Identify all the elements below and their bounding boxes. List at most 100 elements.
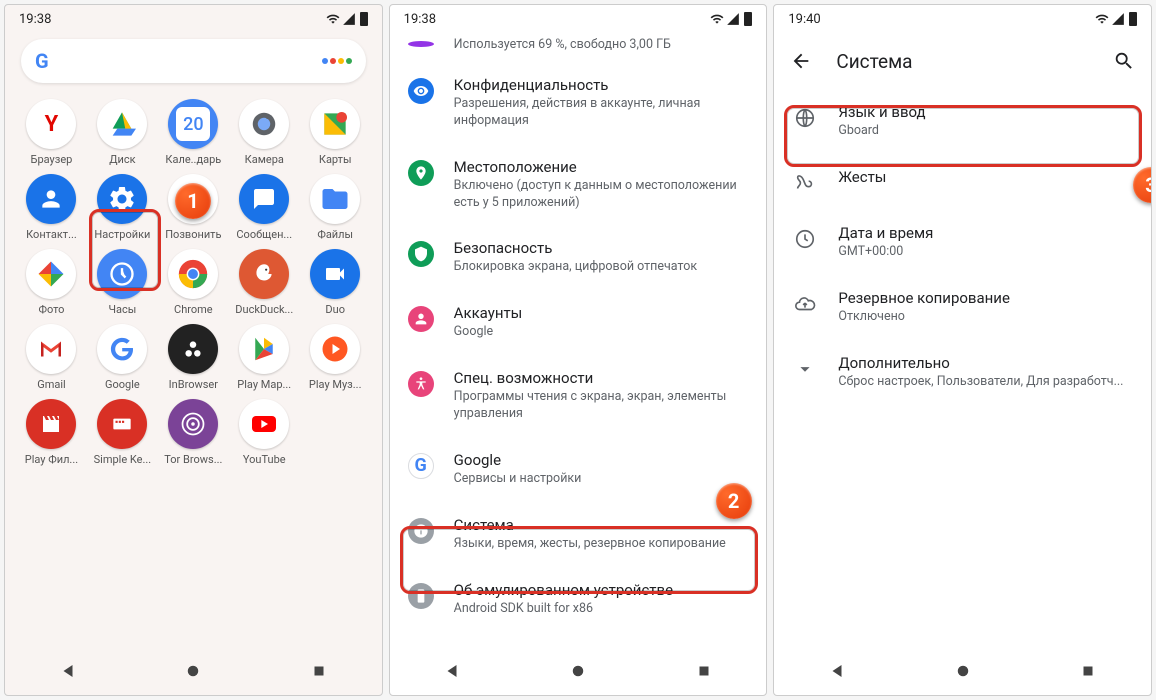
phone-screen-system: 19:40 Система Язык и вводGboardЖестыДата… — [773, 4, 1152, 696]
system-item-title: Резервное копирование — [838, 289, 1133, 307]
wifi-icon — [710, 12, 724, 26]
step-badge-1: 1 — [175, 183, 211, 219]
system-item-sub: Gboard — [838, 123, 1133, 140]
status-time: 19:38 — [404, 12, 436, 27]
app-label: Камера — [245, 153, 284, 166]
accessibility-icon — [408, 371, 434, 397]
system-item-backup[interactable]: Резервное копированиеОтключено — [774, 275, 1151, 340]
app-label: Файлы — [317, 228, 353, 241]
gmail-icon — [26, 324, 76, 374]
app-files[interactable]: Файлы — [301, 174, 370, 241]
app-label: YouTube — [243, 453, 286, 466]
nav-bar — [5, 647, 382, 695]
app-inbrowser[interactable]: InBrowser — [159, 324, 228, 391]
storage-icon — [408, 41, 434, 47]
app-label: Позвонить — [165, 228, 221, 241]
system-item-title: Дополнительно — [838, 354, 1133, 372]
photos-icon — [26, 249, 76, 299]
settings-item-storage-partial[interactable]: Используется 69 %, свободно 3,00 ГБ — [390, 33, 767, 62]
app-camera[interactable]: Камера — [230, 99, 299, 166]
settings-item-sub: Разрешения, действия в аккаунте, личная … — [454, 96, 749, 130]
yandex-icon: Y — [26, 99, 76, 149]
app-label: Карты — [319, 153, 352, 166]
app-settings[interactable]: Настройки — [88, 174, 157, 241]
settings-item-sub: Языки, время, жесты, резервное копирован… — [454, 536, 749, 553]
search-icon[interactable] — [1113, 50, 1135, 72]
back-button[interactable] — [59, 662, 77, 680]
language-icon — [792, 105, 818, 131]
about-icon — [408, 583, 434, 609]
app-disk[interactable]: Диск — [88, 99, 157, 166]
settings-item-location[interactable]: МестоположениеВключено (доступ к данным … — [390, 144, 767, 226]
system-item-datetime[interactable]: Дата и времяGMT+00:00 — [774, 210, 1151, 275]
settings-item-about[interactable]: Об эмулированном устройстве Android SDK b… — [390, 567, 767, 632]
inbrowser-icon — [168, 324, 218, 374]
back-button[interactable] — [828, 662, 846, 680]
system-item-language[interactable]: Язык и ввод Gboard — [774, 89, 1151, 154]
back-button[interactable] — [443, 662, 461, 680]
settings-icon — [97, 174, 147, 224]
disk-icon — [97, 99, 147, 149]
status-icons — [1095, 12, 1137, 26]
wifi-icon — [1095, 12, 1109, 26]
app-maps[interactable]: Карты — [301, 99, 370, 166]
app-label: Tor Brows... — [164, 453, 222, 466]
app-duo[interactable]: Duo — [301, 249, 370, 316]
chrome-icon — [168, 249, 218, 299]
settings-item-sub: Android SDK built for x86 — [454, 601, 749, 618]
security-icon — [408, 241, 434, 267]
system-item-title: Язык и ввод — [838, 103, 1133, 121]
settings-item-title: Google — [454, 451, 749, 469]
recent-button[interactable] — [310, 662, 328, 680]
settings-item-google[interactable]: GGoogleСервисы и настройки — [390, 437, 767, 502]
app-gmail[interactable]: Gmail — [17, 324, 86, 391]
system-item-sub: GMT+00:00 — [838, 244, 1133, 261]
assistant-icon[interactable] — [322, 58, 352, 64]
app-yandex[interactable]: YБраузер — [17, 99, 86, 166]
settings-item-sub: Программы чтения с экрана, экран, элемен… — [454, 389, 749, 423]
settings-item-title: Об эмулированном устройстве — [454, 581, 749, 599]
system-list[interactable]: Язык и ввод Gboard ЖестыДата и времяGMT+00… — [774, 89, 1151, 647]
advanced-icon — [792, 356, 818, 382]
system-icon — [408, 518, 434, 544]
app-messages[interactable]: Сообщен... — [230, 174, 299, 241]
app-duckduckgo[interactable]: DuckDuck... — [230, 249, 299, 316]
settings-item-privacy[interactable]: КонфиденциальностьРазрешения, действия в… — [390, 62, 767, 144]
app-label: Контакт... — [26, 228, 77, 241]
recent-button[interactable] — [1079, 662, 1097, 680]
settings-item-security[interactable]: БезопасностьБлокировка экрана, цифровой … — [390, 225, 767, 290]
settings-item-title: Местоположение — [454, 158, 749, 176]
playmusic-icon — [310, 324, 360, 374]
home-button[interactable] — [569, 662, 587, 680]
app-label: Настройки — [94, 228, 150, 241]
system-item-gestures[interactable]: Жесты — [774, 154, 1151, 210]
app-chrome[interactable]: Chrome — [159, 249, 228, 316]
search-bar[interactable]: G — [21, 39, 366, 83]
app-clock[interactable]: Часы — [88, 249, 157, 316]
status-bar: 19:38 — [5, 5, 382, 33]
app-google[interactable]: Google — [88, 324, 157, 391]
back-arrow-icon[interactable] — [790, 50, 812, 72]
app-photos[interactable]: Фото — [17, 249, 86, 316]
app-contacts[interactable]: Контакт... — [17, 174, 86, 241]
app-tor[interactable]: Tor Brows... — [159, 399, 228, 466]
app-label: Play Муз... — [309, 378, 362, 391]
settings-item-accounts[interactable]: АккаунтыGoogle — [390, 290, 767, 355]
app-playmarket[interactable]: Play Мар... — [230, 324, 299, 391]
app-youtube[interactable]: YouTube — [230, 399, 299, 466]
system-item-advanced[interactable]: ДополнительноСброс настроек, Пользовател… — [774, 340, 1151, 405]
battery-icon — [1129, 12, 1137, 26]
settings-list[interactable]: Используется 69 %, свободно 3,00 ГБ Конф… — [390, 33, 767, 647]
app-label: Google — [105, 378, 140, 391]
app-playmusic[interactable]: Play Муз... — [301, 324, 370, 391]
datetime-icon — [792, 226, 818, 252]
settings-item-system[interactable]: СистемаЯзыки, время, жесты, резервное ко… — [390, 502, 767, 567]
home-button[interactable] — [184, 662, 202, 680]
app-movies[interactable]: Play Фил... — [17, 399, 86, 466]
app-keyboard[interactable]: Simple Ke... — [88, 399, 157, 466]
recent-button[interactable] — [695, 662, 713, 680]
settings-item-accessibility[interactable]: Спец. возможностиПрограммы чтения с экра… — [390, 355, 767, 437]
home-button[interactable] — [954, 662, 972, 680]
app-calendar[interactable]: 20Кале..дарь — [159, 99, 228, 166]
app-grid: YБраузерДиск20Кале..дарь Камера Карты Конта… — [5, 93, 382, 647]
